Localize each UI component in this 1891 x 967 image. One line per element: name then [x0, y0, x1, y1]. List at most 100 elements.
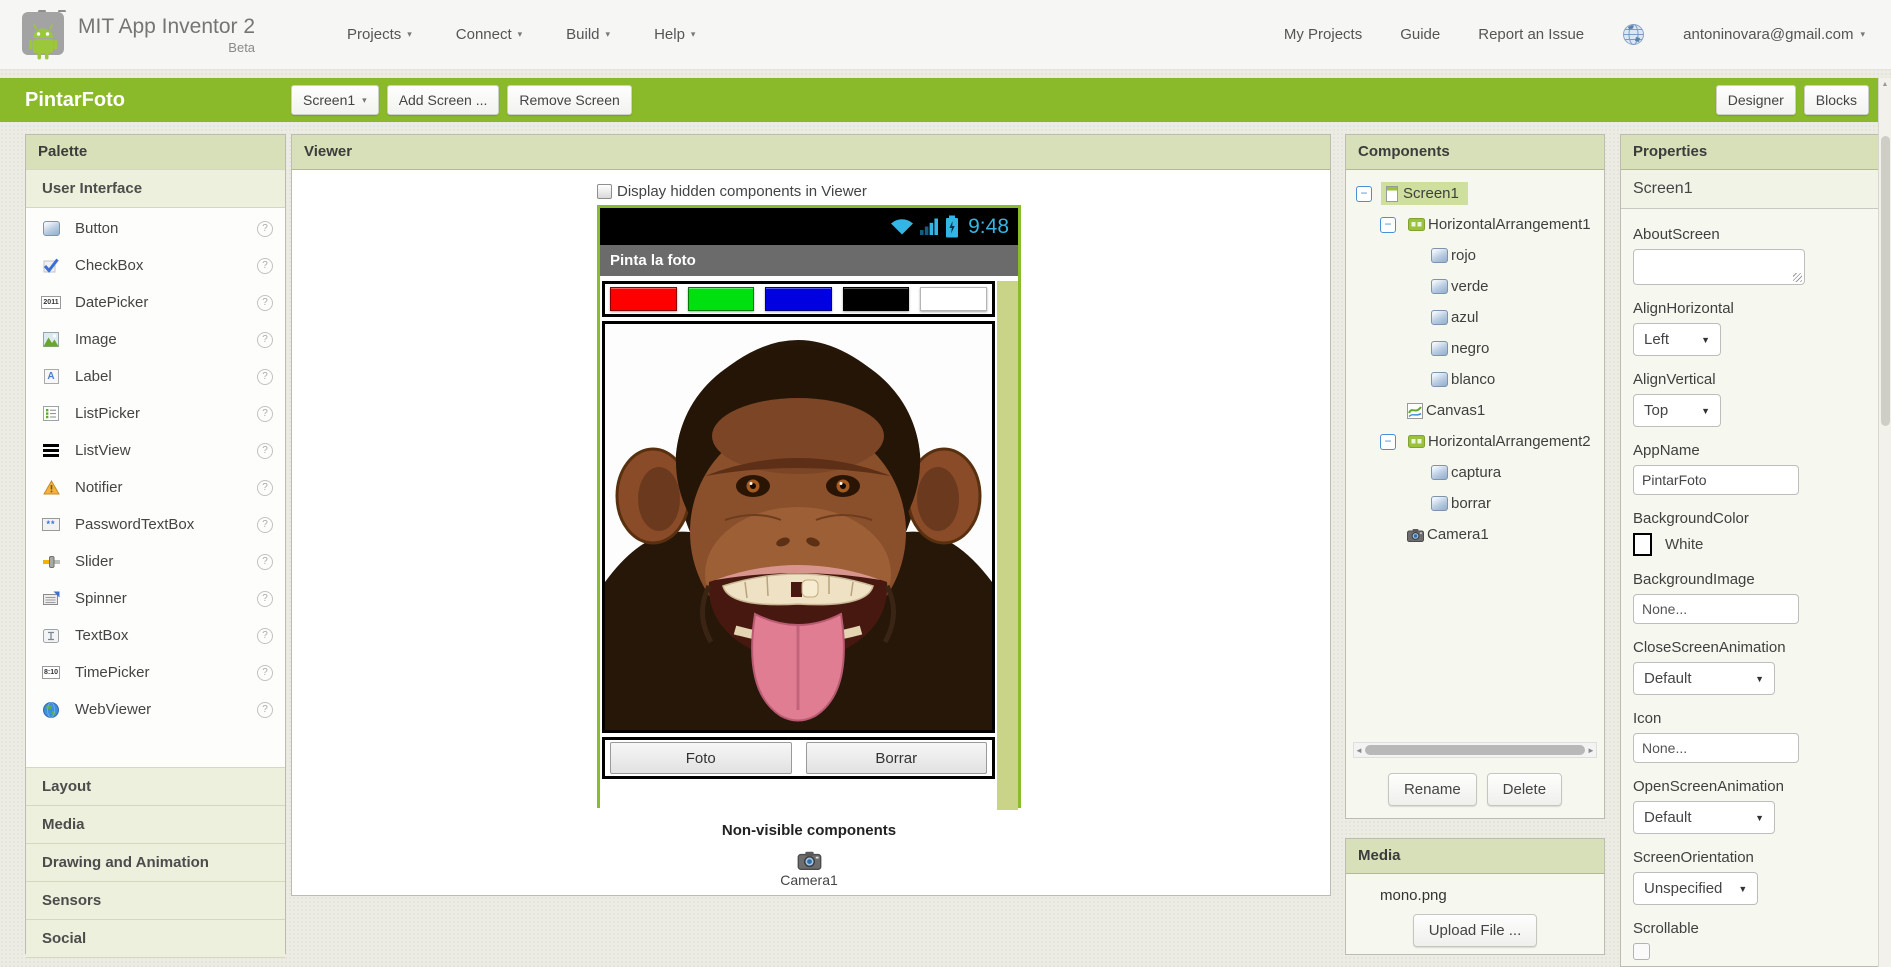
language-globe-icon[interactable]	[1622, 23, 1645, 46]
help-icon[interactable]: ?	[257, 221, 273, 237]
palette-item-passwordtextbox[interactable]: **PasswordTextBox?	[26, 506, 285, 543]
timepicker-component-icon: 8:10	[42, 665, 60, 681]
scroll-right-arrow-icon[interactable]: ►	[1586, 746, 1596, 755]
scrollbar-thumb[interactable]	[1881, 136, 1890, 426]
collapse-toggle-icon[interactable]: −	[1380, 434, 1396, 450]
help-icon[interactable]: ?	[257, 554, 273, 570]
palette-item-spinner[interactable]: Spinner?	[26, 580, 285, 617]
palette-item-timepicker[interactable]: 8:10TimePicker?	[26, 654, 285, 691]
component-tree-item-horizontalarrangement2[interactable]: −HorizontalArrangement2	[1346, 426, 1604, 457]
add-screen-button[interactable]: Add Screen ...	[387, 85, 500, 115]
palette-item-webviewer[interactable]: WebViewer?	[26, 691, 285, 728]
phone-color-button-rojo[interactable]	[610, 287, 677, 311]
palette-item-image[interactable]: Image?	[26, 321, 285, 358]
help-icon[interactable]: ?	[257, 443, 273, 459]
phone-color-button-verde[interactable]	[688, 287, 755, 311]
phone-color-button-azul[interactable]	[765, 287, 832, 311]
property-icon-picker[interactable]: None...	[1633, 733, 1799, 763]
help-icon[interactable]: ?	[257, 665, 273, 681]
component-tree-item-camera1[interactable]: Camera1	[1346, 519, 1604, 550]
component-tree-item-azul[interactable]: azul	[1346, 302, 1604, 333]
scrollbar-thumb[interactable]	[1365, 745, 1585, 755]
property-closescreenanimation-select[interactable]: Default▼	[1633, 662, 1775, 695]
property-aboutscreen-textarea[interactable]	[1633, 249, 1805, 285]
component-tree-item-verde[interactable]: verde	[1346, 271, 1604, 302]
palette-section-drawing-and-animation[interactable]: Drawing and Animation	[26, 843, 285, 882]
screen-selector-button[interactable]: Screen1 ▾	[291, 85, 379, 115]
help-icon[interactable]: ?	[257, 480, 273, 496]
menu-connect[interactable]: Connect▾	[456, 26, 522, 43]
help-icon[interactable]: ?	[257, 406, 273, 422]
component-tree-item-rojo[interactable]: rojo	[1346, 240, 1604, 271]
display-hidden-checkbox[interactable]	[597, 184, 612, 199]
property-screenorientation-select[interactable]: Unspecified▼	[1633, 872, 1758, 905]
help-icon[interactable]: ?	[257, 258, 273, 274]
property-scrollable-checkbox[interactable]	[1633, 943, 1650, 960]
palette-section-sensors[interactable]: Sensors	[26, 881, 285, 920]
scroll-up-arrow-icon[interactable]: ▲	[1879, 78, 1891, 88]
palette-section-media[interactable]: Media	[26, 805, 285, 844]
palette-section-social[interactable]: Social	[26, 919, 285, 958]
rename-button[interactable]: Rename	[1388, 773, 1477, 806]
palette-item-slider[interactable]: Slider?	[26, 543, 285, 580]
scroll-left-arrow-icon[interactable]: ◄	[1354, 746, 1364, 755]
component-tree-item-negro[interactable]: negro	[1346, 333, 1604, 364]
component-tree-item-captura[interactable]: captura	[1346, 457, 1604, 488]
property-alignhorizontal-select[interactable]: Left▼	[1633, 323, 1721, 356]
palette-item-textbox[interactable]: TextBox?	[26, 617, 285, 654]
blocks-tab-button[interactable]: Blocks	[1804, 85, 1869, 115]
property-label-appname: AppName	[1633, 442, 1866, 459]
help-icon[interactable]: ?	[257, 332, 273, 348]
phone-color-button-blanco[interactable]	[920, 287, 987, 311]
property-openscreenanimation-select[interactable]: Default▼	[1633, 801, 1775, 834]
link-report-an-issue[interactable]: Report an Issue	[1478, 26, 1584, 43]
phone-button-captura[interactable]: Foto	[610, 742, 792, 774]
collapse-toggle-icon[interactable]: −	[1380, 217, 1396, 233]
property-backgroundcolor-picker[interactable]: White	[1633, 533, 1866, 556]
palette-item-listpicker[interactable]: ListPicker?	[26, 395, 285, 432]
media-file-mono-png[interactable]: mono.png	[1380, 887, 1604, 904]
palette-item-checkbox[interactable]: CheckBox?	[26, 247, 285, 284]
component-tree-item-borrar[interactable]: borrar	[1346, 488, 1604, 519]
link-my-projects[interactable]: My Projects	[1284, 26, 1362, 43]
app-title-beta: Beta	[78, 40, 255, 55]
designer-tab-button[interactable]: Designer	[1716, 85, 1796, 115]
component-tree-item-blanco[interactable]: blanco	[1346, 364, 1604, 395]
palette-item-label[interactable]: ALabel?	[26, 358, 285, 395]
upload-file-button[interactable]: Upload File ...	[1413, 914, 1538, 947]
help-icon[interactable]: ?	[257, 628, 273, 644]
property-alignvertical-select[interactable]: Top▼	[1633, 394, 1721, 427]
nonvisible-component-camera1[interactable]: Camera1	[597, 849, 1021, 888]
components-horizontal-scrollbar[interactable]: ◄ ►	[1353, 742, 1597, 758]
delete-button[interactable]: Delete	[1487, 773, 1562, 806]
canvas-image-monkey	[605, 324, 992, 730]
help-icon[interactable]: ?	[257, 369, 273, 385]
palette-item-notifier[interactable]: Notifier?	[26, 469, 285, 506]
nonvisible-components-section: Non-visible components Camera1	[597, 822, 1021, 888]
link-guide[interactable]: Guide	[1400, 26, 1440, 43]
palette-section-layout[interactable]: Layout	[26, 767, 285, 806]
help-icon[interactable]: ?	[257, 702, 273, 718]
help-icon[interactable]: ?	[257, 295, 273, 311]
menu-help[interactable]: Help▾	[654, 26, 695, 43]
component-tree-item-canvas1[interactable]: Canvas1	[1346, 395, 1604, 426]
menu-build[interactable]: Build▾	[566, 26, 610, 43]
account-menu[interactable]: antoninovara@gmail.com ▾	[1683, 26, 1865, 43]
palette-item-datepicker[interactable]: 2011DatePicker?	[26, 284, 285, 321]
collapse-toggle-icon[interactable]: −	[1356, 186, 1372, 202]
drawing-canvas[interactable]	[602, 321, 995, 733]
property-appname-input[interactable]	[1633, 465, 1799, 495]
help-icon[interactable]: ?	[257, 517, 273, 533]
property-backgroundimage-picker[interactable]: None...	[1633, 594, 1799, 624]
menu-projects[interactable]: Projects▾	[347, 26, 412, 43]
phone-button-borrar[interactable]: Borrar	[806, 742, 988, 774]
phone-color-button-negro[interactable]	[843, 287, 910, 311]
help-icon[interactable]: ?	[257, 591, 273, 607]
palette-item-button[interactable]: Button?	[26, 210, 285, 247]
page-vertical-scrollbar[interactable]: ▲	[1878, 78, 1891, 967]
component-tree-item-horizontalarrangement1[interactable]: −HorizontalArrangement1	[1346, 209, 1604, 240]
palette-item-listview[interactable]: ListView?	[26, 432, 285, 469]
remove-screen-button[interactable]: Remove Screen	[507, 85, 631, 115]
palette-section-user-interface[interactable]: User Interface	[26, 169, 285, 208]
component-tree-item-screen1[interactable]: −Screen1	[1346, 178, 1604, 209]
